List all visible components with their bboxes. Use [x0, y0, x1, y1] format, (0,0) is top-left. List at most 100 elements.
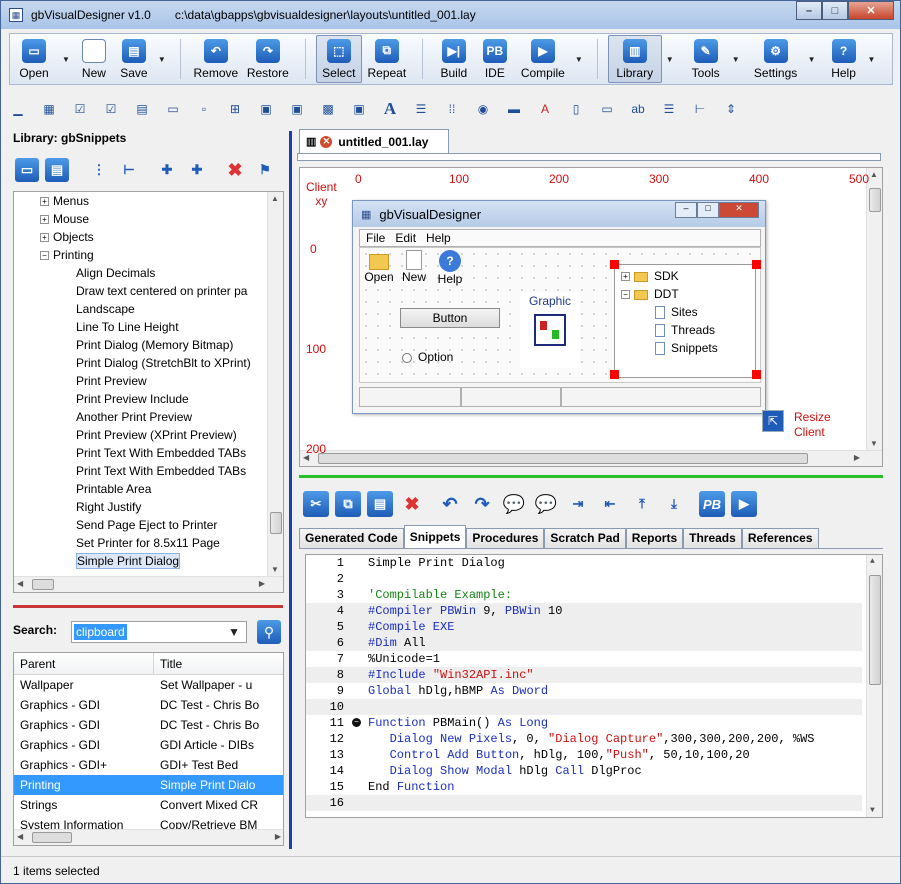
column-parent[interactable]: Parent [14, 653, 154, 675]
table-row[interactable]: Strings Convert Mixed CR [14, 795, 283, 815]
tree-item[interactable]: Draw text centered on printer pa [76, 282, 247, 300]
tools-dropdown[interactable]: ▼ [732, 55, 740, 64]
tree-structure-icon[interactable]: ⊢ [117, 158, 141, 182]
imagex-control-icon[interactable]: ▣ [288, 100, 306, 118]
comment-icon[interactable]: 💬 [501, 491, 527, 517]
code-line[interactable]: 14 Dialog Show Modal hDlg Call DlgProc [306, 763, 862, 779]
tree-item[interactable]: Print Dialog (Memory Bitmap) [76, 336, 233, 354]
scrollbar-control-icon[interactable]: ▯ [567, 100, 585, 118]
checkbox3-control-icon[interactable]: ☑ [102, 100, 120, 118]
tree-item[interactable]: + Menus [40, 192, 89, 210]
tree-item[interactable]: Line To Line Height [76, 318, 179, 336]
expander-icon[interactable]: − [40, 251, 49, 261]
maximize-button[interactable]: □ [822, 1, 848, 20]
image-control-icon[interactable]: ▣ [257, 100, 275, 118]
settings-button[interactable]: ⚙ Settings [748, 35, 804, 83]
select-button[interactable]: ⬚ Select [315, 35, 362, 83]
tree-item[interactable]: Print Preview Include [76, 390, 189, 408]
tree-item[interactable]: Print Preview (XPrint Preview) [76, 426, 237, 444]
code-editor[interactable]: 16 15 End Function 14 Dialog Show Modal hDl… [305, 554, 883, 818]
multiselect-control-icon[interactable]: ⁞⁞ [443, 100, 461, 118]
pb-ide-icon[interactable]: PB [699, 491, 725, 517]
tools-button[interactable]: ✎ Tools [684, 35, 728, 83]
delete-icon[interactable]: ✖ [399, 491, 425, 517]
tab-procedures[interactable]: Procedures [466, 528, 545, 548]
help-dropdown[interactable]: ▼ [868, 55, 876, 64]
flag-icon[interactable]: ⚑ [253, 158, 277, 182]
tree-item[interactable]: − Printing [40, 246, 94, 264]
tree-item[interactable]: Printable Area [76, 480, 151, 498]
tab-snippets[interactable]: Snippets [403, 525, 467, 548]
compile-dropdown[interactable]: ▼ [575, 55, 583, 64]
library-open-icon[interactable]: ▭ [15, 158, 39, 182]
grid-control-icon[interactable]: ▦ [40, 100, 58, 118]
run-icon[interactable]: ▶ [731, 491, 757, 517]
code-line[interactable]: 5 #Compile EXE [306, 619, 862, 635]
list-control-icon[interactable]: ▤ [133, 100, 151, 118]
tree-item[interactable]: Simple Print Dialog [76, 552, 181, 570]
checkbox-control-icon[interactable]: ☑ [71, 100, 89, 118]
table-row[interactable]: Printing Simple Print Dialo [14, 775, 283, 795]
picture-control-icon[interactable]: ▩ [319, 100, 337, 118]
statusbar-control-icon[interactable]: ▭ [598, 100, 616, 118]
code-line[interactable]: 10 [306, 699, 862, 715]
save-button[interactable]: ▤ Save [114, 35, 154, 83]
move-down-icon[interactable]: ⤓ [661, 491, 687, 517]
code-line[interactable]: 12 Dialog New Pixels, 0, "Dialog Capture… [306, 731, 862, 747]
richedit-control-icon[interactable]: A [536, 100, 554, 118]
tab-references[interactable]: References [741, 528, 819, 548]
tree-item[interactable]: Right Justify [76, 498, 141, 516]
tree-item[interactable]: + Objects [40, 228, 94, 246]
table-row[interactable]: Graphics - GDI DC Test - Chris Bo [14, 715, 283, 735]
build-button[interactable]: ▶| Build [433, 35, 475, 83]
code-line[interactable]: 8 #Include "Win32API.inc" [306, 667, 862, 683]
tree-item[interactable]: Set Printer for 8.5x11 Page [76, 534, 220, 552]
code-line[interactable]: 1 Simple Print Dialog [306, 555, 862, 571]
table-row[interactable]: Wallpaper Set Wallpaper - u [14, 675, 283, 695]
splitter[interactable] [13, 605, 283, 608]
font-control-icon[interactable]: A [381, 99, 399, 118]
designer-hscroll[interactable]: ◀ ▶ [300, 450, 882, 466]
delete-icon[interactable]: ✖ [223, 158, 247, 182]
textbox-control-icon[interactable]: ab [629, 100, 647, 118]
dialog-preview[interactable]: ▦ gbVisualDesigner – □ ✕ File Edit Help [352, 200, 766, 414]
minimize-button[interactable]: – [796, 1, 822, 20]
designer-canvas[interactable]: Client xy ▦ gbVisualDesigner – □ ✕ File … [299, 167, 883, 467]
treeview-control-icon[interactable]: ⊢ [691, 100, 709, 118]
code-vscroll[interactable]: ▲ ▼ [866, 555, 882, 817]
tab-generated-code[interactable]: Generated Code [299, 528, 404, 548]
horizontal-splitter[interactable] [299, 475, 883, 478]
library-save-icon[interactable]: ▤ [45, 158, 69, 182]
designer-vscroll[interactable]: ▲ ▼ [866, 168, 882, 450]
add-folder-icon[interactable]: ✚ [155, 158, 179, 182]
tree-item[interactable]: Landscape [76, 300, 135, 318]
code-line[interactable]: 3 'Compilable Example: [306, 587, 862, 603]
table-row[interactable]: Graphics - GDI+ GDI+ Test Bed [14, 755, 283, 775]
frame-control-icon[interactable]: ▭ [164, 100, 182, 118]
code-line[interactable]: 4 #Compiler PBWin 9, PBWin 10 [306, 603, 862, 619]
compile-button[interactable]: ▶ Compile [515, 35, 571, 83]
close-tab-icon[interactable]: ✕ [320, 135, 333, 148]
cut-icon[interactable]: ✂ [303, 491, 329, 517]
expander-icon[interactable]: + [40, 197, 49, 207]
expander-icon[interactable]: + [40, 233, 49, 243]
search-results[interactable]: System Information Copy/Retrieve BM String… [13, 652, 284, 846]
tree-item[interactable]: Print Dialog (StretchBlt to XPrint) [76, 354, 251, 372]
search-button[interactable]: ⚲ [257, 620, 281, 644]
open-dropdown[interactable]: ▼ [62, 55, 70, 64]
ide-button[interactable]: PB IDE [475, 35, 515, 83]
results-hscroll[interactable]: ◀ ▶ [14, 829, 283, 845]
progressbar-control-icon[interactable]: ▬ [505, 100, 523, 118]
tree-item[interactable]: Print Text With Embedded TABs [76, 444, 246, 462]
tree-hscroll[interactable]: ◀ ▶ [14, 576, 283, 592]
tree-item[interactable]: Align Decimals [76, 264, 155, 282]
tree-item[interactable]: Print Preview [76, 372, 147, 390]
move-up-icon[interactable]: ⤒ [629, 491, 655, 517]
repeat-button[interactable]: ⧉ Repeat [362, 35, 412, 83]
code-line[interactable]: 11− Function PBMain() As Long [306, 715, 862, 731]
listview-control-icon[interactable]: ☰ [412, 100, 430, 118]
uncomment-icon[interactable]: 💬 [533, 491, 559, 517]
graphic-control-icon[interactable]: ⊞ [226, 100, 244, 118]
library-tree[interactable]: Simple Print Dialog Set Printer for 8.5x1… [13, 191, 284, 593]
toolbar-control-icon[interactable]: ☰ [660, 100, 678, 118]
